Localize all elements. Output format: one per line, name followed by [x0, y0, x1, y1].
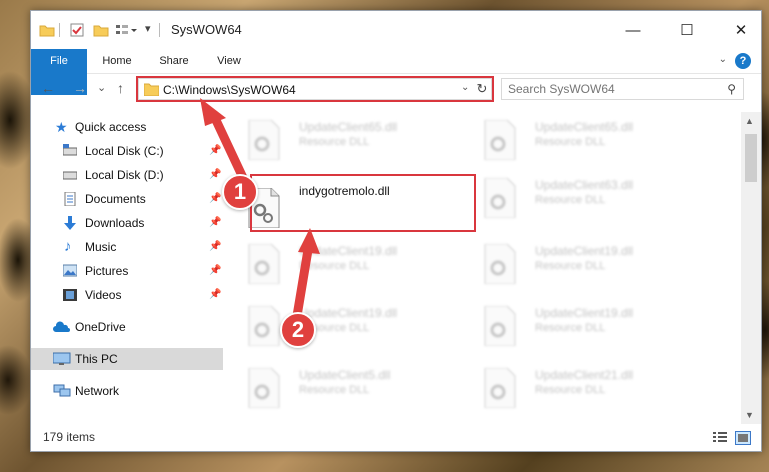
close-button[interactable]: ✕	[719, 11, 763, 49]
search-icon[interactable]: ⚲	[727, 82, 736, 96]
sidebar-item-onedrive[interactable]: OneDrive	[31, 316, 223, 338]
dll-file-icon	[484, 244, 516, 284]
dll-file-icon	[248, 368, 280, 408]
tab-home[interactable]: Home	[93, 49, 141, 73]
download-icon	[64, 216, 76, 230]
file-item[interactable]: UpdateClient21.dll Resource DLL	[465, 364, 685, 410]
videos-icon	[63, 289, 77, 301]
file-item[interactable]: UpdateClient65.dll Resource DLL	[229, 116, 449, 162]
network-icon	[53, 384, 71, 397]
recent-locations-button[interactable]: ⌄	[97, 81, 106, 94]
window-title: SysWOW64	[171, 22, 242, 37]
forward-button[interactable]: →	[73, 80, 87, 96]
callout-step-1: 1	[222, 174, 258, 210]
dll-file-icon	[248, 244, 280, 284]
file-item[interactable]: UpdateClient19.dll Resource DLL	[229, 302, 449, 348]
sidebar-item-local-disk-c[interactable]: Local Disk (C:) 📌	[31, 140, 223, 162]
search-box[interactable]: ⚲	[501, 78, 744, 100]
close-icon: ✕	[734, 22, 748, 39]
dll-file-icon	[248, 306, 280, 346]
up-button[interactable]: ↑	[117, 80, 124, 96]
large-icons-view-icon[interactable]	[735, 431, 751, 445]
sidebar-item-quick-access[interactable]: ★ Quick access	[31, 116, 223, 138]
file-item[interactable]: UpdateClient5.dll Resource DLL	[229, 364, 449, 410]
scroll-up-icon[interactable]: ▲	[745, 116, 754, 126]
folder-icon	[39, 25, 55, 37]
file-item[interactable]: UpdateClient19.dll Resource DLL	[465, 302, 685, 348]
star-icon: ★	[55, 119, 68, 135]
sidebar-item-this-pc[interactable]: This PC	[31, 348, 223, 370]
minimize-button[interactable]: —	[611, 11, 655, 49]
cloud-icon	[53, 321, 70, 332]
pin-icon[interactable]: 📌	[209, 236, 221, 258]
dll-file-icon	[484, 120, 516, 160]
pin-icon[interactable]: 📌	[209, 260, 221, 282]
sidebar-item-pictures[interactable]: Pictures 📌	[31, 260, 223, 282]
file-highlight-box	[250, 174, 476, 232]
pin-icon[interactable]: 📌	[209, 140, 221, 162]
computer-icon	[53, 352, 71, 365]
pin-icon[interactable]: 📌	[209, 188, 221, 210]
new-folder-icon[interactable]	[93, 22, 109, 38]
drive-icon	[63, 171, 77, 180]
file-item[interactable]: UpdateClient19.dll Resource DLL	[229, 240, 449, 286]
help-icon[interactable]: ?	[735, 53, 751, 69]
maximize-icon: ☐	[680, 22, 694, 39]
sidebar-item-downloads[interactable]: Downloads 📌	[31, 212, 223, 234]
music-icon: ♪	[64, 238, 72, 255]
pin-icon[interactable]: 📌	[209, 164, 221, 186]
documents-icon	[64, 192, 76, 206]
file-item[interactable]: UpdateClient65.dll Resource DLL	[465, 116, 685, 162]
file-item[interactable]: UpdateClient63.dll Resource DLL	[465, 174, 685, 220]
search-input[interactable]	[508, 82, 708, 96]
item-count: 179 items	[43, 430, 96, 444]
callout-step-2: 2	[280, 312, 316, 348]
sidebar-item-local-disk-d[interactable]: Local Disk (D:) 📌	[31, 164, 223, 186]
navigation-bar: ← → ⌄ ↑ C:\Windows\SysWOW64 ⌄ ↻ ⚲	[31, 73, 761, 105]
drive-icon	[63, 144, 77, 156]
vertical-scrollbar[interactable]: ▲ ▼	[741, 112, 761, 424]
tab-share[interactable]: Share	[149, 49, 199, 73]
customize-toolbar-icon[interactable]	[115, 22, 137, 38]
back-button[interactable]: ←	[41, 80, 55, 96]
address-highlight-box	[136, 76, 494, 102]
title-bar: ▾ SysWOW64 — ☐ ✕	[31, 11, 761, 49]
sidebar-item-network[interactable]: Network	[31, 380, 223, 402]
scrollbar-thumb[interactable]	[745, 134, 757, 182]
toolbar-separator	[59, 23, 60, 37]
dll-file-icon	[248, 120, 280, 160]
dll-file-icon	[484, 178, 516, 218]
status-bar: 179 items	[31, 423, 761, 451]
properties-icon[interactable]	[69, 22, 85, 38]
file-list: UpdateClient65.dll Resource DLL UpdateCl…	[229, 112, 741, 424]
tab-view[interactable]: View	[207, 49, 251, 73]
scroll-down-icon[interactable]: ▼	[745, 410, 754, 420]
navigation-pane: ★ Quick access Local Disk (C:) 📌 Local D…	[31, 112, 223, 412]
sidebar-item-music[interactable]: ♪ Music 📌	[31, 236, 223, 258]
minimize-icon: —	[625, 21, 641, 39]
dropdown-arrow-icon[interactable]: ▾	[145, 22, 151, 38]
dll-file-icon	[484, 306, 516, 346]
explorer-window: ▾ SysWOW64 — ☐ ✕ File Home Share View ⌄ …	[30, 10, 762, 452]
details-view-icon[interactable]	[713, 431, 727, 443]
expand-ribbon-icon[interactable]: ⌄	[719, 54, 727, 65]
pin-icon[interactable]: 📌	[209, 284, 221, 306]
maximize-button[interactable]: ☐	[665, 11, 709, 49]
file-item[interactable]: UpdateClient19.dll Resource DLL	[465, 240, 685, 286]
pin-icon[interactable]: 📌	[209, 212, 221, 234]
sidebar-item-documents[interactable]: Documents 📌	[31, 188, 223, 210]
dll-file-icon	[484, 368, 516, 408]
toolbar-separator	[159, 23, 160, 37]
sidebar-item-videos[interactable]: Videos 📌	[31, 284, 223, 306]
ribbon-tabs: File Home Share View ⌄ ?	[31, 49, 761, 95]
pictures-icon	[63, 264, 77, 277]
